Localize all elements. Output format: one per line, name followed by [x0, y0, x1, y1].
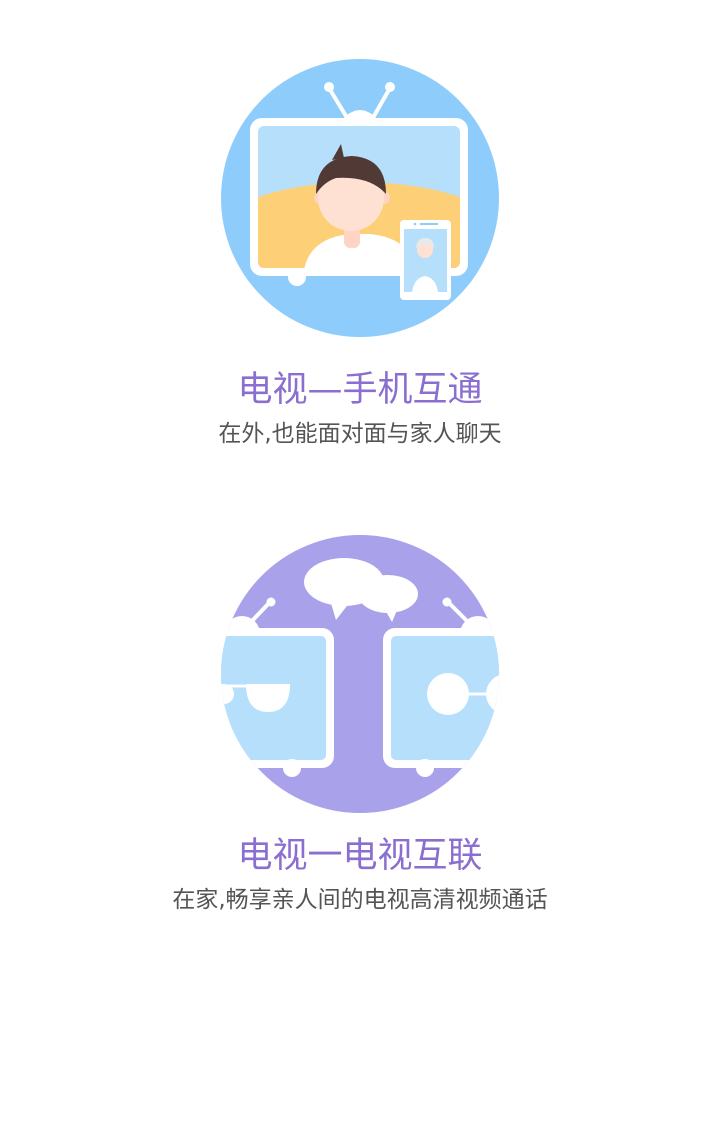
- feature-subtitle: 在家,畅享亲人间的电视高清视频通话: [172, 887, 548, 913]
- feature-subtitle: 在外,也能面对面与家人聊天: [218, 421, 502, 447]
- tv-tv-chat-icon: [221, 535, 499, 813]
- feature-title: 电视一电视互联: [237, 836, 483, 876]
- feature-title: 电视—手机互通: [237, 370, 483, 410]
- feature-tv-phone: 电视—手机互通 在外,也能面对面与家人聊天: [0, 58, 720, 450]
- feature-tv-tv: 电视一电视互联 在家,畅享亲人间的电视高清视频通话: [0, 534, 720, 916]
- tv-phone-call-icon: [221, 59, 499, 337]
